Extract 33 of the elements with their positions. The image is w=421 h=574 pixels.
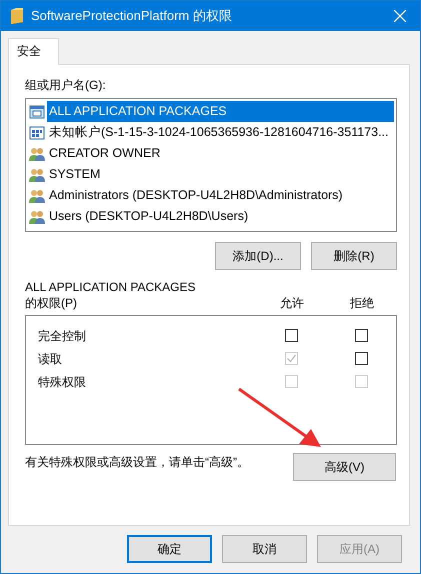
- list-item[interactable]: SYSTEM: [47, 164, 102, 185]
- checkbox[interactable]: [284, 329, 298, 342]
- list-item[interactable]: 未知帐户(S-1-15-3-1024-1065365936-1281604716-351173...: [47, 122, 390, 143]
- users-icon: [29, 166, 45, 182]
- folder-icon: [11, 8, 23, 24]
- tab[interactable]: 安全: [8, 38, 59, 65]
- column-header: 拒绝: [349, 295, 375, 311]
- dialog-button[interactable]: 确定: [127, 535, 212, 563]
- action-button[interactable]: 添加(D)...: [215, 242, 301, 270]
- list-item[interactable]: CREATOR OWNER: [47, 143, 162, 164]
- list-item[interactable]: ALL APPLICATION PACKAGES: [47, 101, 394, 122]
- checkbox[interactable]: [354, 329, 368, 342]
- permissions-subtitle: 的权限(P): [25, 295, 78, 311]
- column-header: 允许: [279, 295, 305, 311]
- advanced-button[interactable]: 高级(V): [293, 453, 396, 481]
- permission-name: 读取: [38, 350, 63, 366]
- action-button[interactable]: 删除(R): [311, 242, 397, 270]
- permission-name: 完全控制: [38, 328, 87, 344]
- groups-label: 组或用户名(G):: [25, 77, 107, 93]
- list-item[interactable]: Users (DESKTOP-U4L2H8D\Users): [47, 206, 250, 227]
- users-icon: [29, 146, 45, 162]
- window-title: SoftwareProtectionPlatform 的权限: [31, 7, 233, 25]
- dialog-button[interactable]: 取消: [222, 535, 307, 563]
- permissions-title: ALL APPLICATION PACKAGES: [25, 279, 197, 295]
- users-icon: [29, 188, 45, 204]
- close-icon: [394, 10, 406, 22]
- list-item[interactable]: Administrators (DESKTOP-U4L2H8D\Administrators): [47, 185, 345, 206]
- advanced-note: 有关特殊权限或高级设置，请单击“高级”。: [25, 454, 249, 470]
- checkbox[interactable]: [354, 352, 368, 365]
- package-icon: [29, 104, 45, 120]
- grid-icon: [29, 124, 45, 140]
- permission-name: 特殊权限: [38, 374, 87, 390]
- users-icon: [29, 208, 45, 224]
